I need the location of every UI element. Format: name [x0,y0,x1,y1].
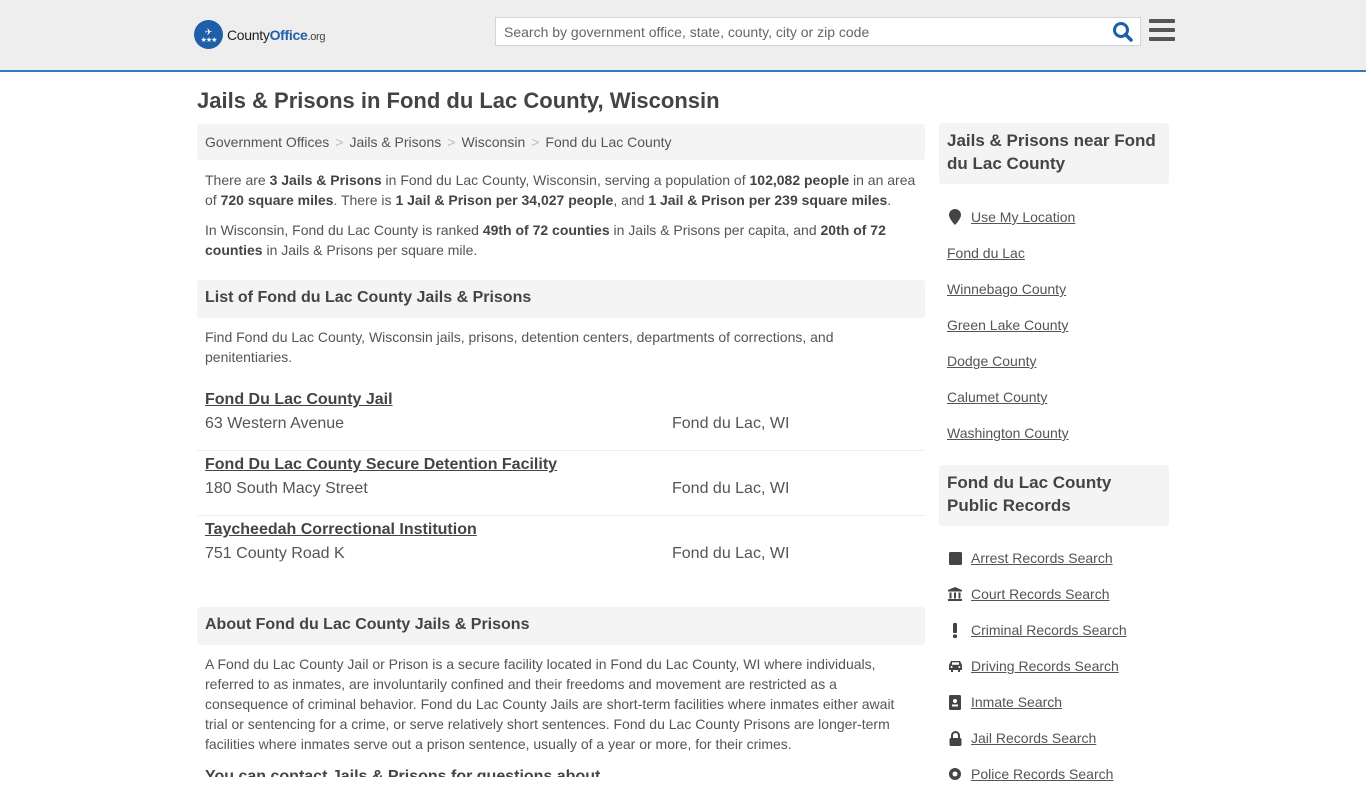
facility-city: Fond du Lac, WI [672,415,790,432]
use-my-location-link[interactable]: Use My Location [971,209,1075,225]
facility-name-link[interactable]: Taycheedah Correctional Institution [205,521,477,539]
id-badge-icon [947,694,963,710]
arrest-records-link[interactable]: Arrest Records Search [971,550,1113,566]
square-icon [947,551,963,565]
records-item: Police Records Search [939,756,1169,792]
search-icon [1113,22,1133,42]
sidebar-nearby-heading: Jails & Prisons near Fond du Lac County [939,123,1169,184]
about-section-heading: About Fond du Lac County Jails & Prisons [197,607,925,645]
list-intro: Find Fond du Lac County, Wisconsin jails… [205,329,834,365]
breadcrumb-wisconsin[interactable]: Wisconsin [461,134,525,150]
facility-item: Taycheedah Correctional Institution 751 … [197,516,925,581]
sidebar-public-records: Fond du Lac County Public Records Arrest… [939,465,1169,792]
facility-address: 180 South Macy Street [205,480,368,497]
records-item: Inmate Search [939,684,1169,720]
driving-records-link[interactable]: Driving Records Search [971,658,1119,674]
nearby-link-winnebago-county[interactable]: Winnebago County [947,281,1066,297]
facility-address: 751 County Road K [205,545,345,562]
logo-text: CountyOffice.org [227,26,326,43]
jail-records-link[interactable]: Jail Records Search [971,730,1096,746]
nearby-link-green-lake-county[interactable]: Green Lake County [947,317,1068,333]
nearby-item: Green Lake County [939,307,1169,343]
site-header: ✈ ★★★ CountyOffice.org [0,0,1366,72]
nearby-link-dodge-county[interactable]: Dodge County [947,353,1037,369]
breadcrumb-separator: > [531,134,540,150]
intro-paragraph-rank: In Wisconsin, Fond du Lac County is rank… [205,222,886,258]
police-records-link[interactable]: Police Records Search [971,766,1113,782]
nearby-link-fond-du-lac[interactable]: Fond du Lac [947,245,1025,261]
menu-bar-icon [1149,19,1175,23]
records-item: Court Records Search [939,576,1169,612]
main-content: Government Offices > Jails & Prisons > Wisco… [197,124,925,777]
facility-item: Fond Du Lac County Jail 63 Western Avenu… [197,386,925,451]
menu-bar-icon [1149,37,1175,41]
nearby-list: Use My Location Fond du Lac Winnebago Co… [939,199,1169,451]
records-list: Arrest Records Search Court Records Sear… [939,540,1169,792]
criminal-records-link[interactable]: Criminal Records Search [971,622,1127,638]
breadcrumb-separator: > [447,134,456,150]
breadcrumb-jails-prisons[interactable]: Jails & Prisons [349,134,441,150]
intro-paragraph-stats: There are 3 Jails & Prisons in Fond du L… [205,172,916,208]
logo-county: County [227,26,270,43]
breadcrumb-current: Fond du Lac County [545,134,672,150]
search-box [495,17,1141,46]
search-button[interactable] [1112,21,1134,43]
nearby-link-washington-county[interactable]: Washington County [947,425,1069,441]
sidebar-nearby: Jails & Prisons near Fond du Lac County … [939,123,1169,451]
police-badge-icon [947,767,963,781]
facility-address: 63 Western Avenue [205,415,345,432]
use-my-location-item: Use My Location [939,199,1169,235]
eagle-stars-logo-icon: ✈ ★★★ [194,20,223,49]
facility-city: Fond du Lac, WI [672,480,790,497]
court-records-link[interactable]: Court Records Search [971,586,1110,602]
facility-item: Fond Du Lac County Secure Detention Faci… [197,451,925,516]
list-section-heading: List of Fond du Lac County Jails & Priso… [197,280,925,318]
nearby-item: Fond du Lac [939,235,1169,271]
exclamation-icon [947,622,963,638]
records-item: Criminal Records Search [939,612,1169,648]
logo-office: Office [269,26,308,43]
records-item: Jail Records Search [939,720,1169,756]
facility-name-link[interactable]: Fond Du Lac County Jail [205,391,393,409]
facility-city: Fond du Lac, WI [672,545,790,562]
car-icon [947,660,963,672]
sidebar-records-heading: Fond du Lac County Public Records [939,465,1169,526]
menu-bar-icon [1149,28,1175,32]
about-paragraph: A Fond du Lac County Jail or Prison is a… [205,656,895,752]
nearby-item: Dodge County [939,343,1169,379]
site-logo[interactable]: ✈ ★★★ CountyOffice.org [194,20,326,49]
logo-org: .org [307,30,326,43]
breadcrumb-government-offices[interactable]: Government Offices [205,134,329,150]
records-item: Arrest Records Search [939,540,1169,576]
search-input[interactable] [496,18,1096,45]
page-title: Jails & Prisons in Fond du Lac County, W… [197,88,720,113]
nearby-item: Washington County [939,415,1169,451]
facility-list: Fond Du Lac County Jail 63 Western Avenu… [197,386,925,581]
nearby-item: Winnebago County [939,271,1169,307]
facility-name-link[interactable]: Fond Du Lac County Secure Detention Faci… [205,456,557,474]
contact-heading-partial: You can contact Jails & Prisons for ques… [205,768,601,777]
records-item: Driving Records Search [939,648,1169,684]
inmate-search-link[interactable]: Inmate Search [971,694,1062,710]
courthouse-icon [947,587,963,601]
map-marker-icon [947,209,963,225]
nearby-link-calumet-county[interactable]: Calumet County [947,389,1047,405]
nearby-item: Calumet County [939,379,1169,415]
hamburger-menu-button[interactable] [1149,19,1175,43]
lock-icon [947,730,963,746]
breadcrumb-separator: > [335,134,344,150]
breadcrumb: Government Offices > Jails & Prisons > Wisco… [197,124,925,160]
